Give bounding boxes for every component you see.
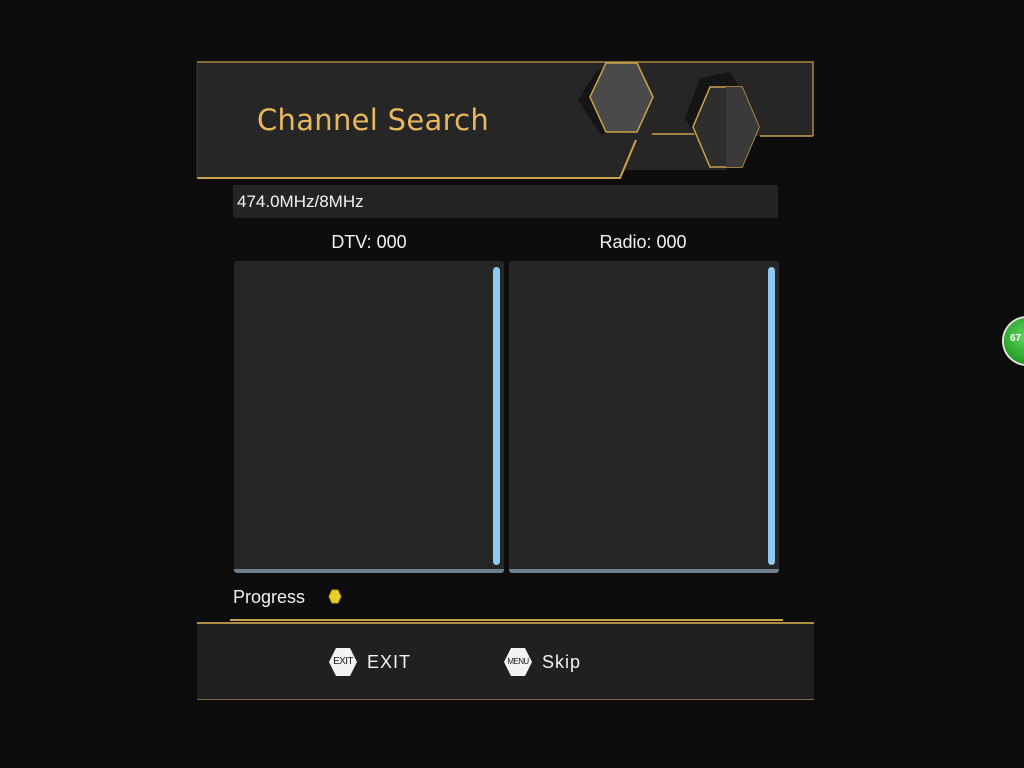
- skip-label: Skip: [542, 651, 582, 672]
- radio-list-scrollbar[interactable]: [768, 267, 775, 565]
- exit-key-badge-text: EXIT: [333, 656, 353, 667]
- frequency-value: 474.0MHz/8MHz: [237, 192, 364, 211]
- progress-bar-track: [230, 619, 783, 621]
- frequency-bar: 474.0MHz/8MHz: [233, 185, 778, 218]
- skip-button[interactable]: MENU Skip: [503, 647, 581, 677]
- exit-button[interactable]: EXIT EXIT: [328, 647, 411, 677]
- footer-bar: EXIT EXIT MENU Skip: [197, 622, 814, 700]
- radio-count-label: Radio: 000: [599, 232, 687, 252]
- exit-key-icon: EXIT: [328, 647, 358, 677]
- dtv-list-scrollbar[interactable]: [493, 267, 500, 565]
- side-indicator-badge[interactable]: 67: [1004, 318, 1024, 364]
- menu-key-icon: MENU: [503, 647, 533, 677]
- progress-indicator-icon: [328, 589, 342, 604]
- progress-label: Progress: [233, 587, 306, 607]
- header-panel: [196, 61, 814, 179]
- dtv-channel-list[interactable]: [234, 261, 504, 573]
- channel-search-screen: Channel Search 474.0MHz/8MHz DTV: 000 Ra…: [0, 0, 1024, 768]
- side-indicator-text: 67: [1010, 333, 1022, 344]
- page-title: Channel Search: [257, 103, 490, 137]
- exit-label: EXIT: [367, 651, 412, 672]
- dtv-count-label: DTV: 000: [331, 232, 407, 252]
- menu-key-badge-text: MENU: [507, 657, 529, 666]
- radio-channel-list[interactable]: [509, 261, 779, 573]
